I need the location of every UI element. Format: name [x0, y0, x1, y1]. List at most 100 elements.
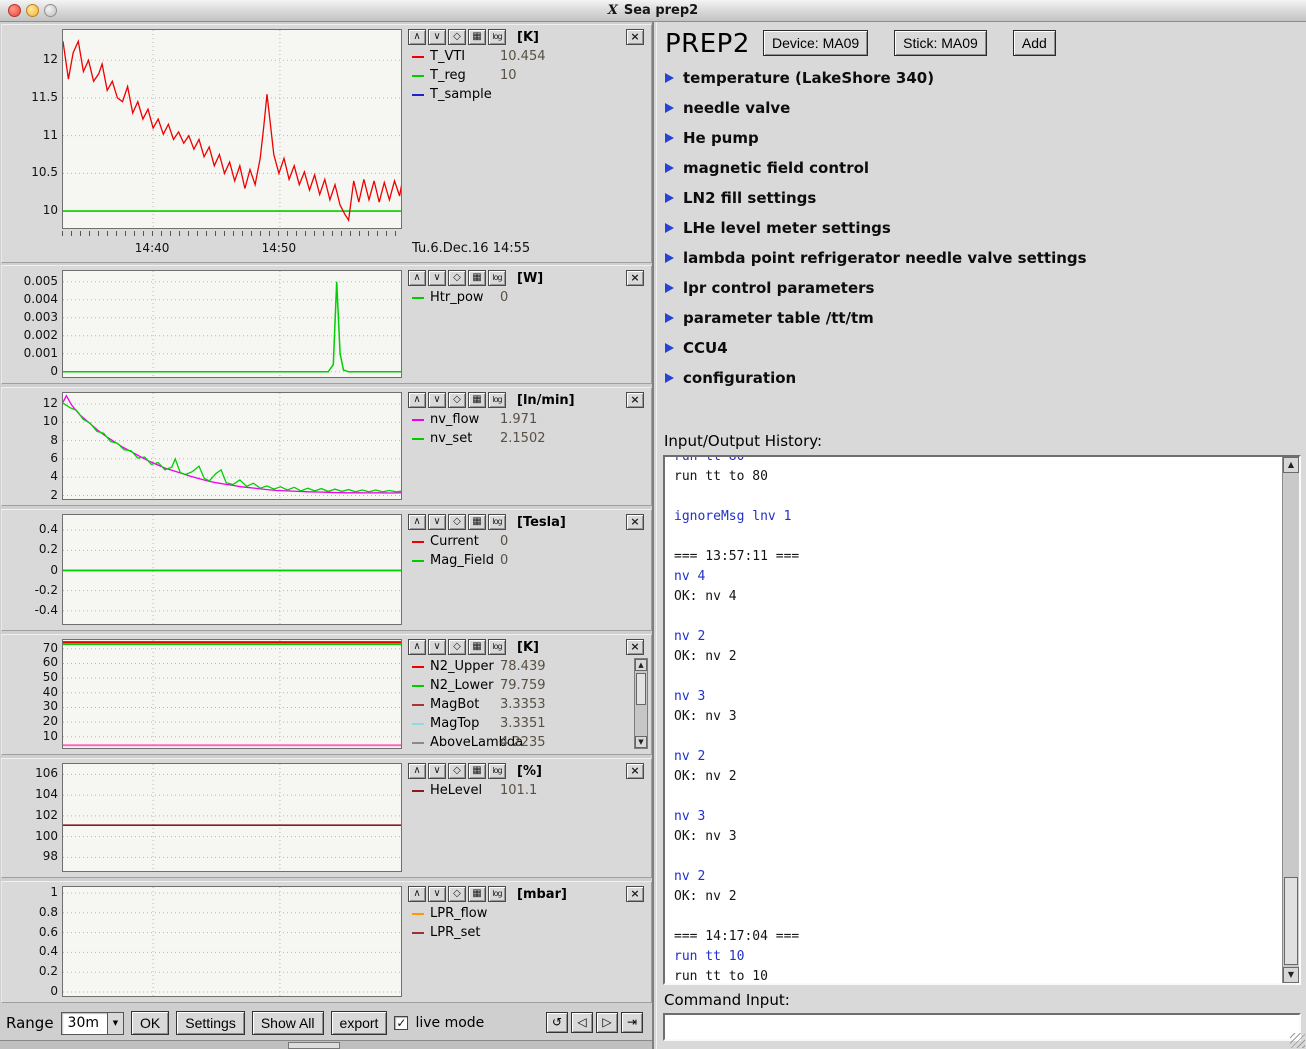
expand-triangle-icon[interactable] — [665, 73, 674, 83]
history-command-line: ignoreMsg lnv 1 — [674, 507, 1273, 527]
grid-toggle-button[interactable]: ▦ — [468, 763, 486, 779]
log-scale-button[interactable]: log — [488, 392, 506, 408]
grid-toggle-button[interactable]: ▦ — [468, 392, 486, 408]
section-lpr-control-parameters[interactable]: lpr control parameters — [665, 278, 874, 298]
section-lambda-point-refrigerator-needle-valve-settings[interactable]: lambda point refrigerator needle valve s… — [665, 248, 1087, 268]
expand-triangle-icon[interactable] — [665, 313, 674, 323]
grid-toggle-button[interactable]: ▦ — [468, 639, 486, 655]
autoscale-button[interactable]: ◇ — [448, 270, 466, 286]
zoom-out-y-button[interactable]: ∨ — [428, 886, 446, 902]
zoom-in-y-button[interactable]: ∧ — [408, 639, 426, 655]
autoscale-button[interactable]: ◇ — [448, 29, 466, 45]
history-response-line: run tt to 10 — [674, 967, 1273, 985]
section-lhe-level-meter-settings[interactable]: LHe level meter settings — [665, 218, 891, 238]
log-scale-button[interactable]: log — [488, 639, 506, 655]
plot-area[interactable] — [62, 29, 402, 229]
autoscale-button[interactable]: ◇ — [448, 639, 466, 655]
log-scale-button[interactable]: log — [488, 29, 506, 45]
log-scale-button[interactable]: log — [488, 270, 506, 286]
grid-toggle-button[interactable]: ▦ — [468, 886, 486, 902]
section-ccu4[interactable]: CCU4 — [665, 338, 728, 358]
stick-button[interactable]: Stick: MA09 — [894, 30, 987, 56]
close-plot-button[interactable]: × — [626, 392, 644, 408]
grid-toggle-button[interactable]: ▦ — [468, 29, 486, 45]
expand-triangle-icon[interactable] — [665, 223, 674, 233]
expand-triangle-icon[interactable] — [665, 373, 674, 383]
scrollbar-thumb[interactable] — [636, 673, 646, 705]
y-axis-tick-label: 100 — [4, 829, 58, 843]
scrollbar-thumb[interactable] — [1284, 877, 1298, 965]
autoscale-button[interactable]: ◇ — [448, 763, 466, 779]
section-needle-valve[interactable]: needle valve — [665, 98, 790, 118]
grid-toggle-button[interactable]: ▦ — [468, 270, 486, 286]
pan-left-button[interactable]: ◁ — [571, 1012, 593, 1033]
zoom-in-y-button[interactable]: ∧ — [408, 886, 426, 902]
zoom-in-y-button[interactable]: ∧ — [408, 29, 426, 45]
zoom-in-y-button[interactable]: ∧ — [408, 270, 426, 286]
zoom-in-y-button[interactable]: ∧ — [408, 392, 426, 408]
range-select[interactable]: 30m ▼ — [61, 1012, 124, 1035]
jump-latest-button[interactable]: ⇥ — [621, 1012, 643, 1033]
io-history-box[interactable]: run tt 80run tt to 80 ignoreMsg lnv 1 ==… — [663, 455, 1301, 985]
zoom-out-y-button[interactable]: ∨ — [428, 270, 446, 286]
section-configuration[interactable]: configuration — [665, 368, 796, 388]
plot-area[interactable] — [62, 886, 402, 997]
section-he-pump[interactable]: He pump — [665, 128, 759, 148]
zoom-out-y-button[interactable]: ∨ — [428, 29, 446, 45]
log-scale-button[interactable]: log — [488, 514, 506, 530]
scroll-down-icon[interactable]: ▼ — [635, 736, 647, 748]
scroll-up-icon[interactable]: ▲ — [635, 659, 647, 671]
expand-triangle-icon[interactable] — [665, 193, 674, 203]
close-plot-button[interactable]: × — [626, 886, 644, 902]
add-button[interactable]: Add — [1013, 30, 1056, 56]
plot-area[interactable] — [62, 514, 402, 625]
titlebar[interactable]: XSea prep2 — [0, 0, 1306, 22]
section-magnetic-field-control[interactable]: magnetic field control — [665, 158, 869, 178]
zoom-out-y-button[interactable]: ∨ — [428, 639, 446, 655]
legend-scrollbar[interactable]: ▲▼ — [634, 658, 648, 749]
section-ln2-fill-settings[interactable]: LN2 fill settings — [665, 188, 816, 208]
plot-area[interactable] — [62, 639, 402, 749]
section-parameter-table-tt-tm[interactable]: parameter table /tt/tm — [665, 308, 874, 328]
close-plot-button[interactable]: × — [626, 270, 644, 286]
live-mode-checkbox[interactable]: ✓ — [394, 1016, 408, 1030]
zoom-out-y-button[interactable]: ∨ — [428, 392, 446, 408]
scroll-up-icon[interactable]: ▲ — [1283, 457, 1299, 473]
grid-toggle-button[interactable]: ▦ — [468, 514, 486, 530]
ok-button[interactable]: OK — [131, 1011, 169, 1035]
export-button[interactable]: export — [331, 1011, 388, 1035]
plot-area[interactable] — [62, 270, 402, 378]
close-plot-button[interactable]: × — [626, 29, 644, 45]
expand-triangle-icon[interactable] — [665, 253, 674, 263]
zoom-out-y-button[interactable]: ∨ — [428, 514, 446, 530]
close-plot-button[interactable]: × — [626, 763, 644, 779]
pan-right-button[interactable]: ▷ — [596, 1012, 618, 1033]
resize-grip[interactable] — [1290, 1033, 1305, 1048]
expand-triangle-icon[interactable] — [665, 133, 674, 143]
expand-triangle-icon[interactable] — [665, 163, 674, 173]
autoscale-button[interactable]: ◇ — [448, 514, 466, 530]
replot-button[interactable]: ↺ — [546, 1012, 568, 1033]
autoscale-button[interactable]: ◇ — [448, 392, 466, 408]
device-button[interactable]: Device: MA09 — [763, 30, 868, 56]
expand-triangle-icon[interactable] — [665, 343, 674, 353]
close-plot-button[interactable]: × — [626, 639, 644, 655]
plot-area[interactable] — [62, 392, 402, 500]
expand-triangle-icon[interactable] — [665, 283, 674, 293]
section-temperature-lakeshore-340[interactable]: temperature (LakeShore 340) — [665, 68, 934, 88]
expand-triangle-icon[interactable] — [665, 103, 674, 113]
zoom-out-y-button[interactable]: ∨ — [428, 763, 446, 779]
log-scale-button[interactable]: log — [488, 886, 506, 902]
zoom-in-y-button[interactable]: ∧ — [408, 514, 426, 530]
zoom-in-y-button[interactable]: ∧ — [408, 763, 426, 779]
close-plot-button[interactable]: × — [626, 514, 644, 530]
show-all-button[interactable]: Show All — [252, 1011, 324, 1035]
log-scale-button[interactable]: log — [488, 763, 506, 779]
plot-area[interactable] — [62, 763, 402, 872]
settings-button[interactable]: Settings — [176, 1011, 245, 1035]
autoscale-button[interactable]: ◇ — [448, 886, 466, 902]
command-input-field[interactable] — [663, 1013, 1301, 1041]
scroll-down-icon[interactable]: ▼ — [1283, 967, 1299, 983]
chevron-down-icon[interactable]: ▼ — [107, 1013, 123, 1034]
history-scrollbar[interactable]: ▲ ▼ — [1282, 457, 1299, 983]
